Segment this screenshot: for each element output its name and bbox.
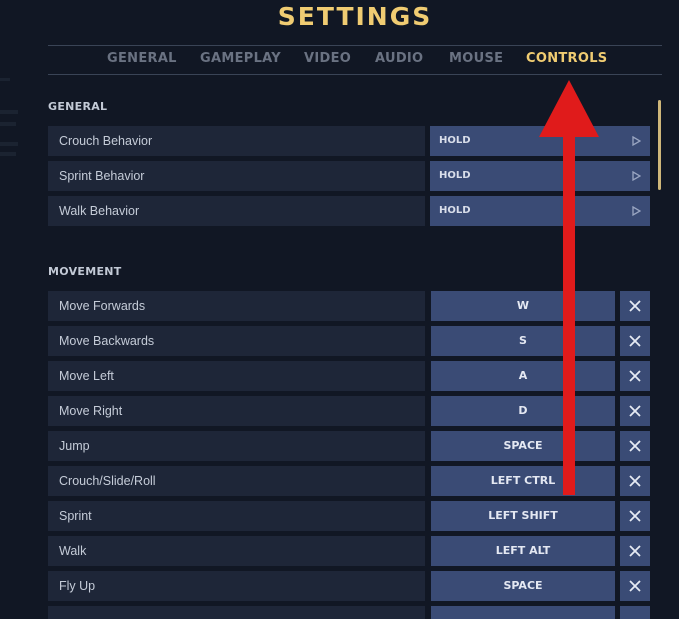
red-up-arrow-icon — [539, 80, 599, 495]
settings-screen: SETTINGS GENERAL GAMEPLAY VIDEO AUDIO MO… — [0, 0, 679, 619]
